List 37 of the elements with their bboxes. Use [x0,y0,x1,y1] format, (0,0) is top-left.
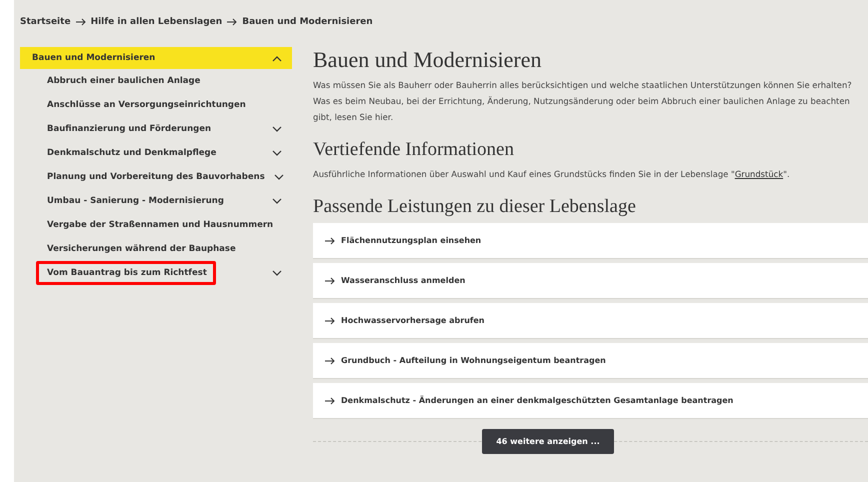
service-link[interactable]: Flächennutzungsplan einsehen [313,223,868,259]
breadcrumb-link[interactable]: Startseite [20,17,71,27]
chevron-down-icon [272,150,282,156]
sidebar-item[interactable]: Baufinanzierung und Förderungen [20,117,292,141]
sidebar-item[interactable]: Versicherungen während der Bauphase [20,237,292,261]
service-link[interactable]: Grundbuch - Aufteilung in Wohnungseigentum beantragen [313,343,868,379]
info-text: Ausführliche Informationen über Auswahl und Kauf eines Grundstücks finden Sie in der Lebenslage "Grundstück". [313,168,791,181]
section-heading: Vertiefende Informationen [313,139,515,161]
arrow-right-icon [325,356,335,364]
arrow-right-icon [325,236,335,244]
arrow-right-icon [325,396,335,404]
breadcrumb-link[interactable]: Hilfe in allen Lebenslagen [90,17,222,27]
sidebar-header[interactable]: Bauen und Modernisieren [20,47,292,69]
arrow-right-icon [325,276,335,284]
sidebar-item[interactable]: Abbruch einer baulichen Anlage [20,69,292,93]
section-heading: Passende Leistungen zu dieser Lebenslage [313,196,637,218]
breadcrumb-link[interactable]: Bauen und Modernisieren [242,17,373,27]
chevron-down-icon [272,270,282,276]
sidebar-item[interactable]: Planung und Vorbereitung des Bauvorhabens [20,165,292,189]
arrow-right-icon [325,316,335,324]
grundstueck-link[interactable]: Grundstück [734,169,784,179]
chevron-down-icon [272,198,282,204]
sidebar-item[interactable]: Denkmalschutz und Denkmalpflege [20,141,292,165]
sidebar-item[interactable]: Umbau - Sanierung - Modernisierung [20,189,292,213]
intro-text: Was müssen Sie als Bauherr oder Bauherrin alles berücksichtigen und welche staatlichen Unterstützungen können Sie erhalten? Was es beim Neubau, bei der Errichtung, Änderung, Nutzungsänderung oder beim Abbruch einer baulichen Anlage zu beachten gibt, lesen Sie hier. [313,79,853,124]
service-link[interactable]: Wasseranschluss anmelden [313,263,868,299]
sidebar-item[interactable]: Anschlüsse an Versorgungseinrichtungen [20,93,292,117]
page-title: Bauen und Modernisieren [313,47,542,73]
arrow-right-icon [76,18,86,26]
chevron-down-icon [272,126,282,132]
chevron-down-icon [274,174,284,180]
arrow-right-icon [227,18,238,26]
sidebar-item[interactable]: Vergabe der Straßennamen und Hausnummern [20,213,292,237]
show-more-button[interactable]: 46 weitere anzeigen ... [482,429,614,454]
chevron-up-icon [272,54,282,62]
service-link[interactable]: Denkmalschutz - Änderungen an einer denkmalgeschützten Gesamtanlage beantragen [313,383,868,419]
service-link[interactable]: Hochwasservorhersage abrufen [313,303,868,339]
